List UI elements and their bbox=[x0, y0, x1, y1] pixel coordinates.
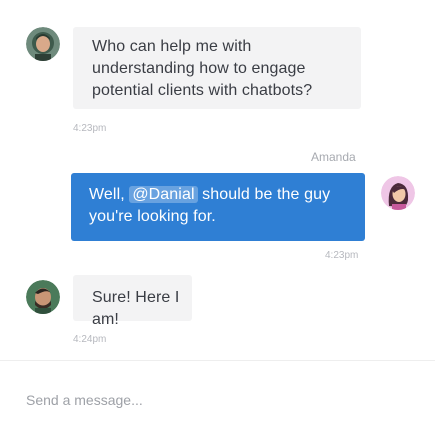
message-text: Who can help me with understanding how t… bbox=[92, 38, 313, 99]
sender-name: Amanda bbox=[311, 150, 356, 164]
sender-avatar[interactable] bbox=[26, 27, 60, 61]
sender-avatar[interactable] bbox=[26, 280, 60, 314]
chat-window: Who can help me with understanding how t… bbox=[0, 0, 435, 432]
message-composer bbox=[0, 360, 435, 432]
sender-avatar[interactable] bbox=[381, 176, 415, 210]
message-timestamp: 4:23pm bbox=[73, 123, 107, 134]
message-text: Well, bbox=[89, 186, 130, 203]
message-timestamp: 4:23pm bbox=[325, 250, 359, 261]
message-bubble-outgoing: Well, @Danial should be the guy you're l… bbox=[71, 173, 365, 241]
message-text: Sure! Here I am! bbox=[92, 289, 180, 328]
message-bubble: Sure! Here I am! bbox=[73, 275, 192, 328]
user-mention[interactable]: @Danial bbox=[129, 186, 198, 203]
message-bubble: Who can help me with understanding how t… bbox=[73, 27, 361, 109]
message-timestamp: 4:24pm bbox=[73, 334, 107, 345]
message-input[interactable] bbox=[26, 389, 406, 411]
